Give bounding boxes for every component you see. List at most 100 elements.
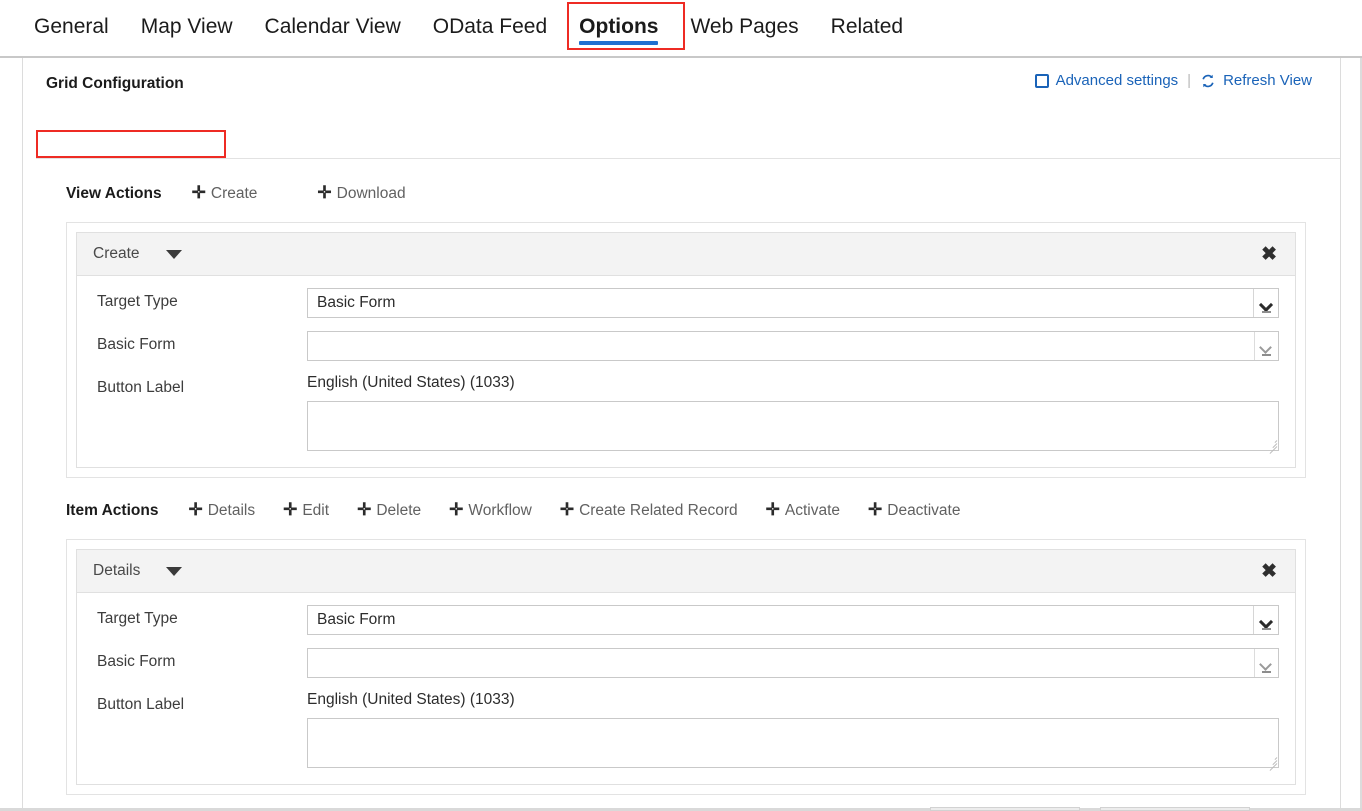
tab-label: Related bbox=[831, 15, 903, 38]
item-action-deactivate[interactable]: ✛ Deactivate bbox=[868, 501, 960, 520]
details-target-type-control: Basic Form bbox=[307, 605, 1279, 635]
tab-label: Web Pages bbox=[690, 15, 798, 38]
chevron-down-icon bbox=[1253, 606, 1278, 634]
chevron-down-icon[interactable] bbox=[166, 250, 182, 259]
item-action-label: Deactivate bbox=[887, 502, 960, 520]
tab-options[interactable]: Options bbox=[565, 10, 672, 47]
create-button-label-label: Button Label bbox=[97, 374, 307, 397]
advanced-settings-label: Advanced settings bbox=[1056, 72, 1179, 89]
details-button-label-label: Button Label bbox=[97, 691, 307, 714]
create-button-label-control: English (United States) (1033) bbox=[307, 374, 1279, 451]
create-target-type-select[interactable]: Basic Form bbox=[307, 288, 1279, 318]
create-basic-form-control bbox=[307, 331, 1279, 361]
right-rail-divider bbox=[1340, 58, 1341, 811]
tab-label: General bbox=[34, 15, 109, 38]
chevron-down-icon[interactable] bbox=[166, 567, 182, 576]
details-panel-title: Details bbox=[93, 562, 140, 580]
create-action-card-inner: Create ✖ Target Type Basic Form bbox=[76, 232, 1296, 468]
details-target-type-select[interactable]: Basic Form bbox=[307, 605, 1279, 635]
tab-web-pages[interactable]: Web Pages bbox=[676, 10, 812, 47]
section-divider bbox=[36, 158, 1340, 159]
square-outline-icon bbox=[1035, 74, 1049, 88]
details-panel-header: Details ✖ bbox=[77, 550, 1295, 593]
details-button-label-control: English (United States) (1033) bbox=[307, 691, 1279, 768]
item-action-delete[interactable]: ✛ Delete bbox=[357, 501, 421, 520]
tab-label: Calendar View bbox=[265, 15, 401, 38]
create-target-type-value: Basic Form bbox=[317, 294, 395, 311]
item-action-workflow[interactable]: ✛ Workflow bbox=[449, 501, 532, 520]
details-basic-form-label: Basic Form bbox=[97, 648, 307, 671]
tab-bar: General Map View Calendar View OData Fee… bbox=[0, 0, 1362, 58]
close-icon[interactable]: ✖ bbox=[1257, 560, 1281, 583]
plus-icon: ✛ bbox=[357, 501, 371, 518]
create-basic-form-row: Basic Form bbox=[97, 331, 1279, 361]
create-panel-body: Target Type Basic Form Basic Form bbox=[77, 276, 1295, 478]
grid-configuration-header: Grid Configuration Advanced settings | R… bbox=[36, 72, 1326, 100]
details-button-label-row: Button Label English (United States) (10… bbox=[97, 691, 1279, 768]
tab-label: Map View bbox=[141, 15, 233, 38]
create-panel-title: Create bbox=[93, 245, 140, 263]
chevron-down-icon[interactable] bbox=[1254, 649, 1278, 677]
details-locale-label: English (United States) (1033) bbox=[307, 691, 1279, 709]
details-basic-form-control bbox=[307, 648, 1279, 678]
item-action-label: Delete bbox=[376, 502, 421, 520]
create-target-type-control: Basic Form bbox=[307, 288, 1279, 318]
plus-icon: ✛ bbox=[188, 501, 202, 518]
advanced-settings-link[interactable]: Advanced settings bbox=[1035, 72, 1179, 89]
item-action-label: Activate bbox=[785, 502, 840, 520]
create-action-card: Create ✖ Target Type Basic Form bbox=[66, 222, 1306, 478]
item-action-details[interactable]: ✛ Details bbox=[188, 501, 255, 520]
annotation-highlight-grid-configuration bbox=[36, 130, 226, 158]
tab-odata-feed[interactable]: OData Feed bbox=[419, 10, 561, 47]
plus-icon: ✛ bbox=[868, 501, 882, 518]
item-action-edit[interactable]: ✛ Edit bbox=[283, 501, 329, 520]
tab-active-underline bbox=[579, 41, 658, 45]
plus-icon: ✛ bbox=[283, 501, 297, 518]
refresh-view-link[interactable]: Refresh View bbox=[1200, 72, 1312, 89]
item-action-create-related-record[interactable]: ✛ Create Related Record bbox=[560, 501, 738, 520]
close-icon[interactable]: ✖ bbox=[1257, 243, 1281, 266]
tab-general[interactable]: General bbox=[20, 10, 123, 47]
options-page-body: Grid Configuration Advanced settings | R… bbox=[0, 58, 1362, 811]
item-actions-label: Item Actions bbox=[66, 502, 158, 520]
plus-icon: ✛ bbox=[192, 184, 206, 201]
details-button-label-textarea-wrap bbox=[307, 718, 1279, 768]
tab-label: OData Feed bbox=[433, 15, 547, 38]
view-action-download[interactable]: ✛ Download bbox=[317, 184, 405, 203]
item-actions-row: Item Actions ✛ Details ✛ Edit ✛ Delete ✛… bbox=[66, 501, 960, 520]
refresh-icon bbox=[1200, 73, 1216, 89]
bottom-chip-left bbox=[930, 807, 1080, 811]
view-actions-row: View Actions ✛ Create ✛ Download bbox=[66, 184, 428, 203]
tab-calendar-view[interactable]: Calendar View bbox=[251, 10, 415, 47]
plus-icon: ✛ bbox=[317, 184, 331, 201]
create-button-label-textarea-wrap bbox=[307, 401, 1279, 451]
create-button-label-row: Button Label English (United States) (10… bbox=[97, 374, 1279, 451]
view-action-create[interactable]: ✛ Create bbox=[192, 184, 258, 203]
tab-label: Options bbox=[579, 15, 658, 38]
header-links-separator: | bbox=[1187, 72, 1191, 89]
header-links: Advanced settings | Refresh View bbox=[1035, 72, 1312, 89]
plus-icon: ✛ bbox=[449, 501, 463, 518]
create-basic-form-input[interactable] bbox=[307, 331, 1279, 361]
details-target-type-row: Target Type Basic Form bbox=[97, 605, 1279, 635]
create-panel-header: Create ✖ bbox=[77, 233, 1295, 276]
tab-related[interactable]: Related bbox=[817, 10, 917, 47]
chevron-down-icon[interactable] bbox=[1254, 332, 1278, 360]
create-button-label-textarea[interactable] bbox=[307, 401, 1279, 451]
item-action-label: Create Related Record bbox=[579, 502, 738, 520]
left-rail-divider bbox=[22, 58, 23, 811]
details-target-type-label: Target Type bbox=[97, 605, 307, 628]
details-basic-form-input[interactable] bbox=[307, 648, 1279, 678]
chevron-down-icon bbox=[1253, 289, 1278, 317]
refresh-view-label: Refresh View bbox=[1223, 72, 1312, 89]
details-action-card-inner: Details ✖ Target Type Basic Form bbox=[76, 549, 1296, 785]
item-action-activate[interactable]: ✛ Activate bbox=[766, 501, 840, 520]
plus-icon: ✛ bbox=[560, 501, 574, 518]
item-action-label: Details bbox=[208, 502, 255, 520]
plus-icon: ✛ bbox=[766, 501, 780, 518]
details-button-label-textarea[interactable] bbox=[307, 718, 1279, 768]
view-action-label: Download bbox=[337, 185, 406, 203]
tab-map-view[interactable]: Map View bbox=[127, 10, 247, 47]
details-panel-body: Target Type Basic Form Basic Form bbox=[77, 593, 1295, 795]
item-action-label: Edit bbox=[302, 502, 329, 520]
